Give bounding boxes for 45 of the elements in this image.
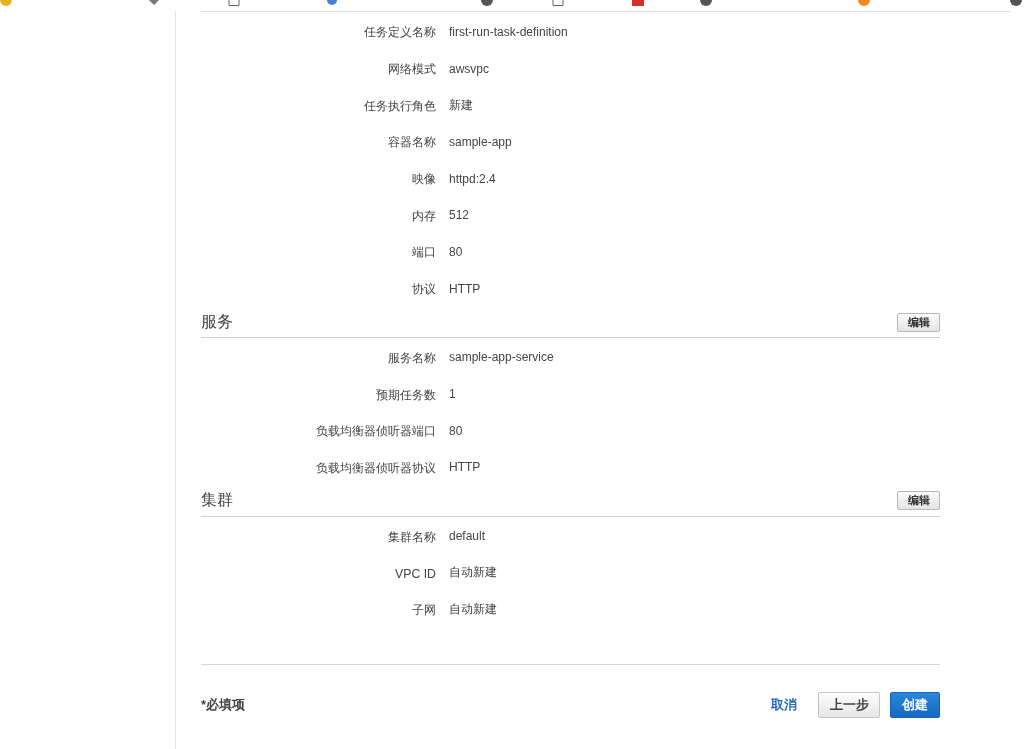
- field-value: HTTP: [449, 281, 481, 296]
- required-note: *必填项: [201, 696, 246, 715]
- bookmark-icon[interactable]: [552, 0, 564, 6]
- field-value: sample-app: [449, 134, 512, 149]
- field-label: 任务执行角色: [364, 98, 436, 113]
- field-value: 新建: [449, 96, 473, 114]
- back-button[interactable]: 上一步: [818, 692, 880, 719]
- field-label: 协议: [412, 282, 436, 297]
- field-label: 映像: [412, 172, 436, 187]
- edit-button[interactable]: 编辑: [897, 491, 940, 511]
- field-value: 80: [449, 244, 463, 259]
- bookmark-icon[interactable]: [326, 0, 338, 6]
- bookmark-icon[interactable]: [228, 0, 240, 6]
- field-label: 端口: [412, 245, 436, 260]
- field-label: 负载均衡器侦听器端口: [316, 424, 436, 439]
- field-value: 1: [449, 387, 456, 402]
- field-value: httpd:2.4: [449, 171, 496, 186]
- field-value: sample-app-service: [449, 350, 554, 365]
- cancel-link[interactable]: 取消: [771, 692, 797, 719]
- field-label: 容器名称: [388, 135, 436, 150]
- section-title: 服务: [201, 311, 233, 332]
- field-value: awsvpc: [449, 61, 489, 76]
- field-label: 服务名称: [388, 350, 436, 365]
- field-value: first-run-task-definition: [449, 24, 568, 39]
- bookmark-icon[interactable]: [700, 0, 712, 6]
- edit-button[interactable]: 编辑: [897, 312, 940, 332]
- create-button[interactable]: 创建: [890, 692, 940, 719]
- field-label: VPC ID: [395, 566, 436, 581]
- field-value: HTTP: [449, 460, 481, 475]
- field-value: 自动新建: [449, 564, 497, 582]
- bookmark-icon[interactable]: [481, 0, 493, 6]
- field-label: 网络模式: [388, 62, 436, 77]
- bookmark-icon[interactable]: [148, 0, 160, 6]
- field-value: 512: [449, 208, 470, 223]
- field-label: 集群名称: [388, 529, 436, 544]
- field-label: 内存: [412, 208, 436, 223]
- field-label: 预期任务数: [376, 387, 436, 402]
- field-label: 负载均衡器侦听器协议: [316, 460, 436, 475]
- section-title: 集群: [201, 490, 233, 511]
- field-label: 子网: [412, 602, 436, 617]
- field-value: 自动新建: [449, 600, 497, 618]
- bookmark-icon[interactable]: [1010, 0, 1022, 6]
- field-label: 任务定义名称: [364, 25, 436, 40]
- field-value: 80: [449, 423, 463, 438]
- field-value: default: [449, 529, 486, 544]
